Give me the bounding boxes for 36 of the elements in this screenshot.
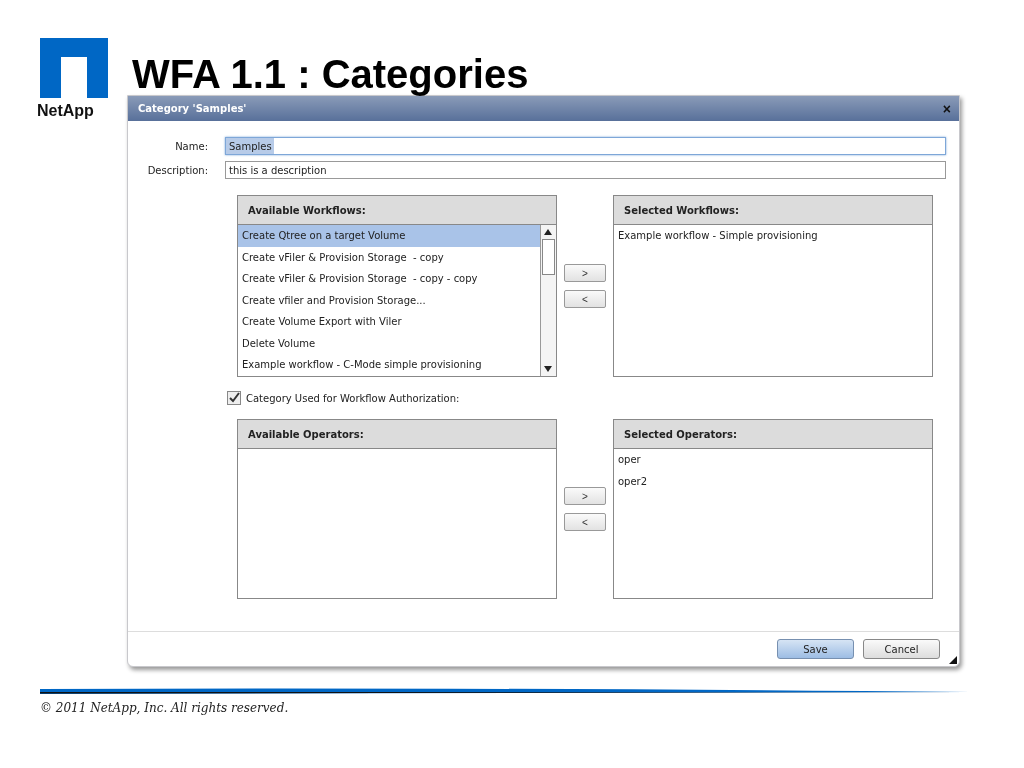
- list-header: Available Operators:: [238, 420, 556, 449]
- logo-text: NetApp: [37, 102, 95, 120]
- list-item[interactable]: Create Volume Export with Viler: [238, 311, 540, 333]
- list-header: Selected Workflows:: [614, 196, 932, 225]
- text-field[interactable]: Samples: [225, 137, 946, 155]
- resize-grip-icon: [949, 656, 957, 664]
- slide-title: WFA 1.1 : Categories: [132, 51, 529, 98]
- list-item[interactable]: oper2: [614, 470, 932, 492]
- dialog-title: Category 'Samples': [138, 103, 247, 114]
- scrollbar[interactable]: [540, 225, 556, 376]
- list-item[interactable]: Create vFiler & Provision Storage - copy: [238, 246, 540, 268]
- move-button[interactable]: <: [564, 290, 606, 308]
- copyright-text: © 2011 NetApp, Inc. All rights reserved.: [40, 701, 290, 715]
- field-label: Description:: [146, 164, 208, 176]
- scrollbar-thumb[interactable]: [542, 239, 555, 275]
- list-item[interactable]: Create vfiler and Provision Storage...: [238, 289, 540, 311]
- cancel-button[interactable]: Cancel: [863, 639, 940, 659]
- list-item[interactable]: oper: [614, 449, 932, 471]
- field-label: Name:: [174, 140, 208, 152]
- checkbox-label: Category Used for Workflow Authorization:: [246, 392, 460, 404]
- save-button[interactable]: Save: [777, 639, 854, 659]
- list-item[interactable]: Example workflow - C-Mode simple provisioning: [238, 354, 540, 376]
- list-item[interactable]: Create Qtree on a target Volume: [238, 225, 540, 247]
- list-item[interactable]: Create vFiler & Provision Storage - copy - copy: [238, 268, 540, 290]
- move-button[interactable]: >: [564, 487, 606, 505]
- list-header: Selected Operators:: [614, 420, 932, 449]
- list-header: Available Workflows:: [238, 196, 556, 225]
- text-field[interactable]: this is a description: [225, 161, 946, 179]
- list-item[interactable]: Example workflow - Simple provisioning: [614, 225, 932, 247]
- move-button[interactable]: <: [564, 513, 606, 531]
- list-item[interactable]: Delete Volume: [238, 332, 540, 354]
- logo-icon: [40, 38, 108, 98]
- move-button[interactable]: >: [564, 264, 606, 282]
- checkbox[interactable]: [227, 391, 241, 405]
- close-button[interactable]: ×: [940, 101, 953, 116]
- checkmark-icon: [228, 392, 240, 404]
